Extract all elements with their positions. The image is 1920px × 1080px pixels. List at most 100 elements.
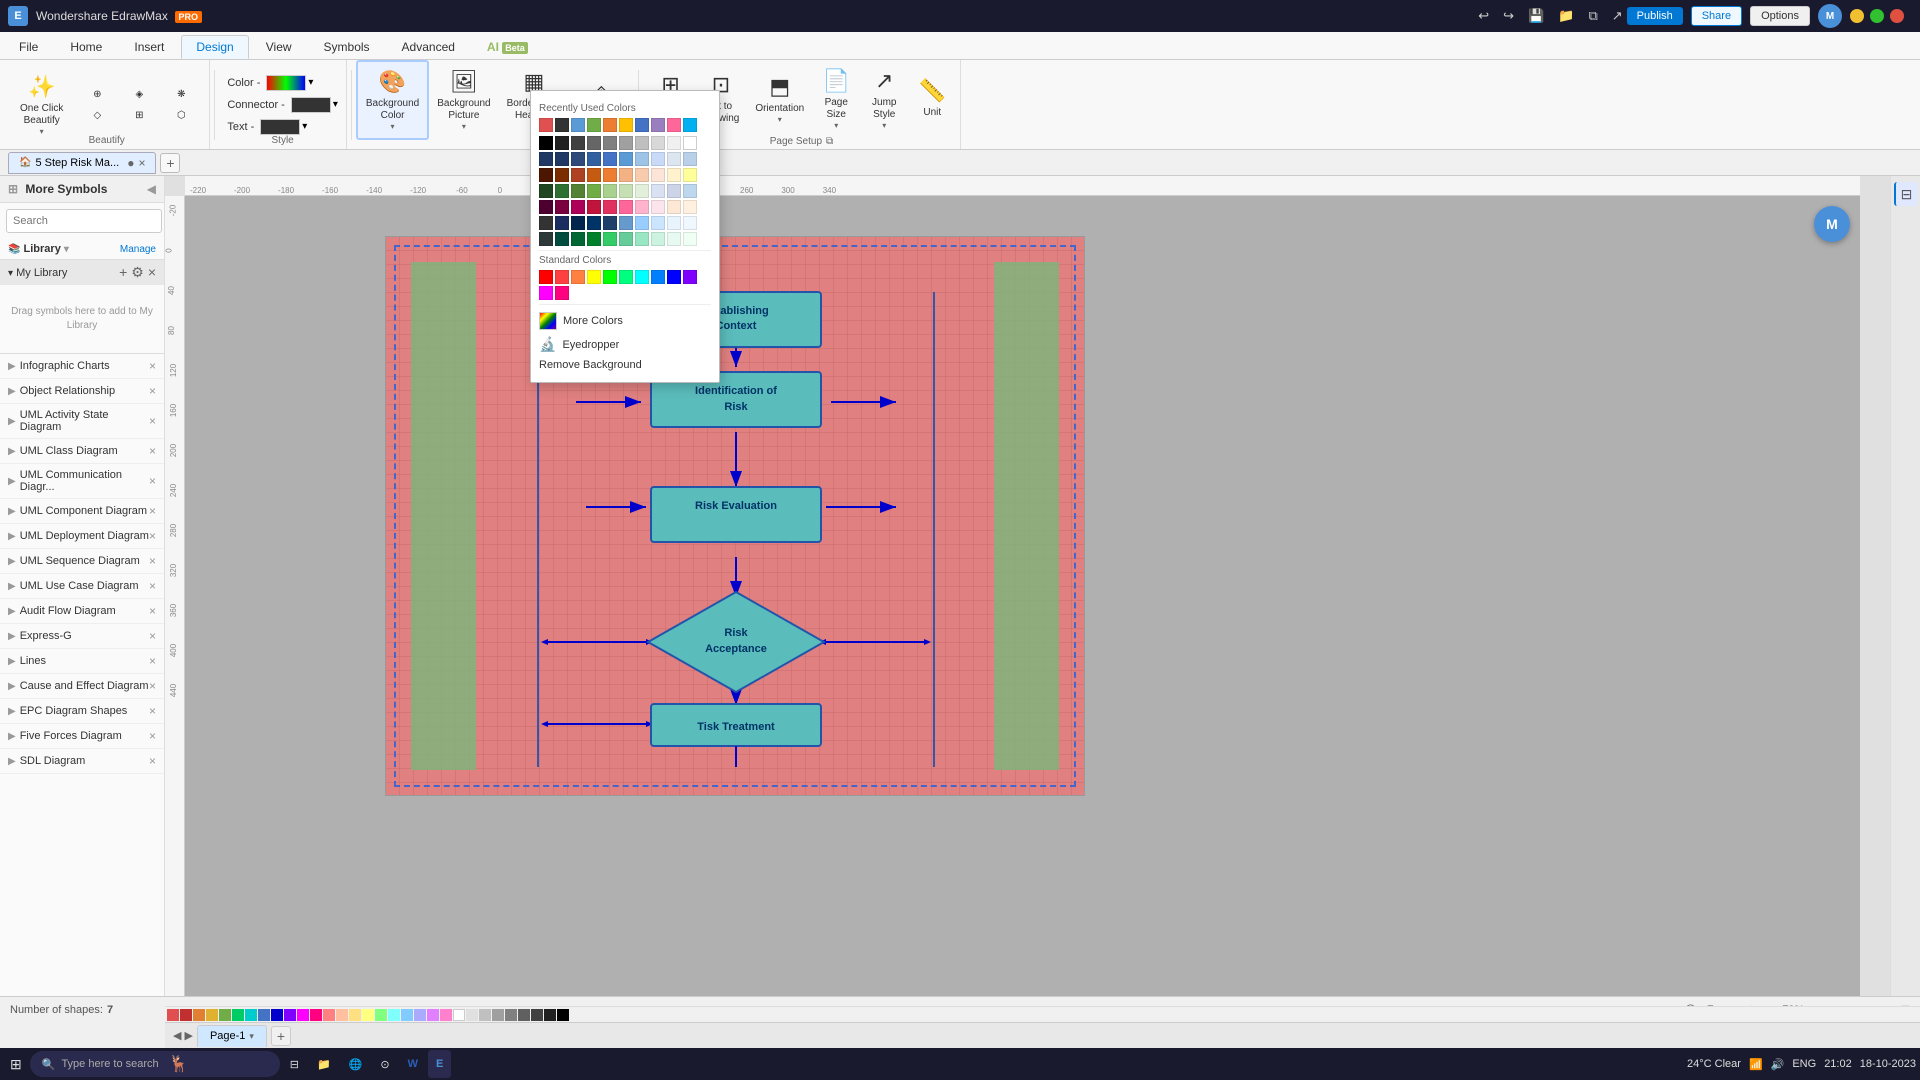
my-library-add-btn[interactable]: + (119, 264, 127, 281)
share-btn[interactable]: Share (1691, 6, 1742, 26)
background-picture-btn[interactable]: 🖼 BackgroundPicture ▾ (429, 60, 498, 140)
color-picker-dropdown[interactable]: Recently Used Colors (530, 90, 720, 383)
add-page-btn[interactable]: + (271, 1026, 291, 1046)
color-cell[interactable] (555, 200, 569, 214)
more-colors-btn[interactable]: More Colors (539, 309, 711, 333)
menu-insert[interactable]: Insert (119, 35, 179, 59)
color-cell[interactable] (571, 118, 585, 132)
color-bar-cell[interactable] (401, 1009, 413, 1021)
my-library-settings-btn[interactable]: ⚙ (131, 264, 144, 281)
my-library-close-btn[interactable]: × (148, 264, 156, 281)
color-cell[interactable] (555, 168, 569, 182)
color-cell[interactable] (619, 200, 633, 214)
save-btn[interactable]: 💾 (1524, 6, 1548, 26)
color-cell[interactable] (667, 216, 681, 230)
new-tab-btn[interactable]: + (160, 153, 180, 173)
sidebar-item-close[interactable]: × (149, 529, 156, 543)
page-next-btn[interactable]: ▶ (184, 1029, 192, 1042)
color-cell[interactable] (651, 152, 665, 166)
publish-btn[interactable]: Publish (1627, 7, 1683, 25)
color-cell[interactable] (603, 152, 617, 166)
color-cell[interactable] (635, 232, 649, 246)
color-cell[interactable] (555, 184, 569, 198)
color-cell[interactable] (651, 168, 665, 182)
color-cell[interactable] (555, 232, 569, 246)
color-cell[interactable] (539, 118, 553, 132)
color-bar-cell[interactable] (349, 1009, 361, 1021)
standard-color-cell[interactable] (619, 270, 633, 284)
color-cell[interactable] (603, 168, 617, 182)
color-bar-cell[interactable] (180, 1009, 192, 1021)
color-cell[interactable] (603, 200, 617, 214)
color-cell[interactable] (539, 200, 553, 214)
color-cell[interactable] (587, 216, 601, 230)
menu-symbols[interactable]: Symbols (309, 35, 385, 59)
color-cell[interactable] (667, 200, 681, 214)
sidebar-item-close[interactable]: × (149, 729, 156, 743)
page-tab-1[interactable]: Page-1 ▾ (197, 1025, 267, 1047)
sidebar-item-uml-class[interactable]: ▶ UML Class Diagram × (0, 439, 164, 464)
standard-color-cell[interactable] (635, 270, 649, 284)
color-cell[interactable] (555, 136, 569, 150)
color-cell[interactable] (683, 232, 697, 246)
sidebar-item-close[interactable]: × (149, 579, 156, 593)
color-cell[interactable] (683, 216, 697, 230)
color-cell[interactable] (619, 232, 633, 246)
color-cell[interactable] (635, 216, 649, 230)
sidebar-item-uml-comm[interactable]: ▶ UML Communication Diagr... × (0, 464, 164, 499)
color-bar-cell[interactable] (193, 1009, 205, 1021)
color-cell[interactable] (603, 136, 617, 150)
color-cell[interactable] (587, 152, 601, 166)
background-color-btn[interactable]: 🎨 BackgroundColor ▾ (356, 60, 429, 140)
sidebar-item-close[interactable]: × (149, 384, 156, 398)
standard-color-cell[interactable] (555, 286, 569, 300)
color-bar-cell[interactable] (284, 1009, 296, 1021)
sidebar-item-close[interactable]: × (149, 444, 156, 458)
sidebar-item-close[interactable]: × (149, 604, 156, 618)
color-cell[interactable] (667, 118, 681, 132)
color-bar-cell[interactable] (531, 1009, 543, 1021)
canvas-area[interactable]: -220 -200 -180 -160 -140 -120 -60 0 40 8… (165, 176, 1890, 996)
color-cell[interactable] (683, 136, 697, 150)
color-bar-cell[interactable] (466, 1009, 478, 1021)
diagram-container[interactable]: Establishing Context Identification of R… (385, 236, 1085, 796)
color-bar-cell[interactable] (310, 1009, 322, 1021)
chrome-btn[interactable]: ⊙ (372, 1050, 397, 1078)
color-cell[interactable] (619, 216, 633, 230)
sidebar-item-close[interactable]: × (149, 474, 156, 488)
sidebar-item-sdl[interactable]: ▶ SDL Diagram × (0, 749, 164, 774)
color-cell[interactable] (683, 118, 697, 132)
color-cell[interactable] (651, 118, 665, 132)
unit-btn[interactable]: 📏 Unit (908, 59, 956, 139)
taskview-btn[interactable]: ⊟ (282, 1050, 307, 1078)
standard-color-cell[interactable] (539, 286, 553, 300)
connector-dropdown-arrow[interactable]: ▾ (333, 99, 338, 110)
sidebar-item-uml-seq[interactable]: ▶ UML Sequence Diagram × (0, 549, 164, 574)
sidebar-item-close[interactable]: × (149, 554, 156, 568)
color-cell[interactable] (587, 232, 601, 246)
color-cell[interactable] (635, 184, 649, 198)
color-cell[interactable] (571, 152, 585, 166)
menu-ai[interactable]: AI Beta (472, 35, 543, 59)
color-cell[interactable] (619, 184, 633, 198)
start-btn[interactable]: ⊞ (4, 1050, 28, 1078)
menu-advanced[interactable]: Advanced (387, 35, 470, 59)
sidebar-item-five-forces[interactable]: ▶ Five Forces Diagram × (0, 724, 164, 749)
color-bar-cell[interactable] (336, 1009, 348, 1021)
beautify-btn3[interactable]: ❋ (161, 86, 201, 103)
color-cell[interactable] (539, 232, 553, 246)
standard-color-cell[interactable] (603, 270, 617, 284)
sidebar-item-close[interactable]: × (149, 754, 156, 768)
color-bar-cell[interactable] (362, 1009, 374, 1021)
color-cell[interactable] (667, 184, 681, 198)
color-bar-cell[interactable] (518, 1009, 530, 1021)
beautify-btn6[interactable]: ⬡ (161, 107, 201, 124)
color-cell[interactable] (603, 184, 617, 198)
color-bar-cell[interactable] (505, 1009, 517, 1021)
color-cell[interactable] (635, 152, 649, 166)
color-cell[interactable] (587, 136, 601, 150)
close-btn[interactable] (1890, 9, 1904, 23)
color-cell[interactable] (587, 200, 601, 214)
floating-avatar[interactable]: M (1814, 206, 1850, 242)
menu-home[interactable]: Home (55, 35, 117, 59)
